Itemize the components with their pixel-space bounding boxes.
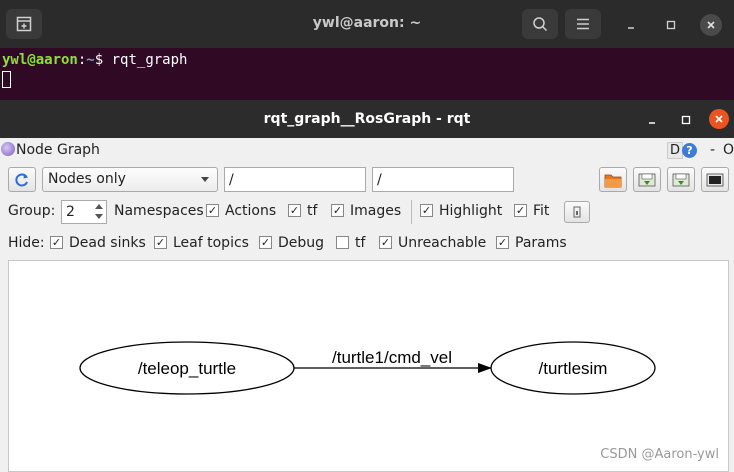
fit-checkbox[interactable]: ✓	[514, 204, 527, 217]
leaf-topics-checkbox[interactable]: ✓	[154, 236, 167, 249]
terminal-minimize-button[interactable]	[620, 14, 642, 36]
unreachable-label: Unreachable	[398, 235, 487, 251]
help-icon[interactable]: ?	[682, 143, 697, 158]
save-dot-button[interactable]	[633, 167, 661, 192]
minimize-icon	[628, 27, 634, 29]
images-label: Images	[350, 203, 402, 219]
plugin-dock-button[interactable]: D	[667, 142, 684, 159]
rqt-title: rqt_graph__RosGraph - rqt	[263, 111, 471, 127]
prompt-user: ywl@aaron	[2, 52, 78, 68]
namespaces-label: Namespaces	[114, 203, 204, 219]
terminal-close-button[interactable]	[700, 14, 722, 36]
hide-tf-checkbox[interactable]	[336, 236, 349, 249]
prompt-path: ~	[86, 52, 95, 68]
plugin-title: Node Graph	[16, 142, 100, 158]
tf-checkbox[interactable]: ✓	[288, 204, 301, 217]
spin-down-icon[interactable]	[95, 214, 103, 219]
group-options-row: Group: 2 Namespaces ✓ Actions ✓ tf ✓ Ima…	[0, 200, 734, 224]
graph-node-turtlesim[interactable]: /turtlesim	[490, 341, 656, 395]
search-icon	[533, 17, 548, 32]
menu-button[interactable]	[565, 9, 601, 39]
actions-label: Actions	[225, 203, 277, 219]
terminal-cursor	[2, 71, 11, 88]
rqt-titlebar: rqt_graph__RosGraph - rqt	[0, 100, 734, 138]
highlight-label: Highlight	[439, 203, 503, 219]
chevron-down-icon	[201, 177, 209, 182]
hide-options-row: Hide: ✓ Dead sinks ✓ Leaf topics ✓ Debug…	[0, 232, 734, 254]
images-checkbox[interactable]: ✓	[331, 204, 344, 217]
hamburger-icon	[577, 18, 589, 30]
rqt-window: rqt_graph__RosGraph - rqt Node Graph D ?…	[0, 100, 734, 472]
params-checkbox[interactable]: ✓	[496, 236, 509, 249]
view-mode-value: Nodes only	[48, 171, 126, 187]
unreachable-checkbox[interactable]: ✓	[379, 236, 392, 249]
terminal-command: rqt_graph	[111, 52, 188, 68]
options-divider	[411, 200, 412, 224]
maximize-icon	[681, 115, 691, 125]
rqt-minimize-button[interactable]	[641, 109, 663, 131]
refresh-icon	[15, 173, 28, 186]
save-image-button[interactable]	[701, 167, 729, 192]
group-value: 2	[66, 204, 75, 220]
load-dot-button[interactable]	[599, 167, 627, 192]
hide-tf-label: tf	[355, 235, 366, 251]
search-button[interactable]	[522, 9, 558, 39]
dead-sinks-checkbox[interactable]: ✓	[50, 236, 63, 249]
terminal-maximize-button[interactable]	[660, 14, 682, 36]
close-icon	[715, 115, 723, 123]
terminal-body[interactable]: ywl@aaron:~$ rqt_graph	[0, 48, 734, 100]
node-label: /turtlesim	[539, 359, 608, 378]
node-graph-plugin-icon	[1, 142, 15, 156]
leaf-topics-label: Leaf topics	[173, 235, 249, 251]
debug-checkbox[interactable]: ✓	[259, 236, 272, 249]
fit-in-view-button[interactable]	[564, 201, 590, 223]
plugin-bar: Node Graph D ? - O	[0, 140, 734, 162]
rqt-maximize-button[interactable]	[675, 109, 697, 131]
view-mode-select[interactable]: Nodes only	[42, 167, 218, 192]
dead-sinks-label: Dead sinks	[69, 235, 146, 251]
screen-icon	[706, 173, 724, 186]
highlight-checkbox[interactable]: ✓	[420, 204, 433, 217]
plugin-close-button[interactable]: O	[723, 142, 734, 158]
terminal-prompt-line: ywl@aaron:~$ rqt_graph	[2, 52, 732, 68]
tf-label: tf	[307, 203, 318, 219]
edge-label: /turtle1/cmd_vel	[332, 348, 452, 367]
refresh-button[interactable]	[8, 167, 36, 192]
minimize-icon	[649, 122, 655, 124]
terminal-titlebar: ywl@aaron: ~	[0, 0, 734, 48]
graph-toolbar: Nodes only	[0, 167, 734, 193]
namespace-filter-input[interactable]	[224, 167, 366, 192]
fit-label: Fit	[533, 203, 550, 219]
group-spinbox[interactable]: 2	[61, 200, 107, 224]
spin-up-icon[interactable]	[95, 204, 103, 209]
save-svg-icon	[672, 173, 690, 186]
plugin-minimize-button[interactable]: -	[710, 142, 715, 158]
graph-edge-cmd-vel[interactable]: /turtle1/cmd_vel	[294, 348, 492, 373]
maximize-icon	[666, 20, 676, 30]
watermark: CSDN @Aaron-ywl	[600, 447, 719, 462]
hide-label: Hide:	[8, 235, 45, 251]
graph-node-teleop-turtle[interactable]: /teleop_turtle	[79, 341, 295, 395]
graph-canvas[interactable]: /teleop_turtle /turtle1/cmd_vel /turtles…	[8, 260, 729, 472]
node-label: /teleop_turtle	[138, 359, 236, 378]
namespaces-checkbox[interactable]: ✓	[206, 204, 219, 217]
save-dot-icon	[638, 173, 656, 186]
fit-view-icon	[573, 206, 581, 218]
prompt-dollar: $	[94, 52, 104, 68]
params-label: Params	[515, 235, 567, 251]
close-icon	[707, 21, 715, 29]
group-label: Group:	[8, 203, 56, 219]
graph-svg: /teleop_turtle /turtle1/cmd_vel /turtles…	[79, 341, 656, 395]
rqt-close-button[interactable]	[709, 109, 729, 129]
save-svg-button[interactable]	[667, 167, 695, 192]
topic-filter-input[interactable]	[372, 167, 514, 192]
debug-label: Debug	[278, 235, 325, 251]
folder-icon	[604, 174, 622, 187]
